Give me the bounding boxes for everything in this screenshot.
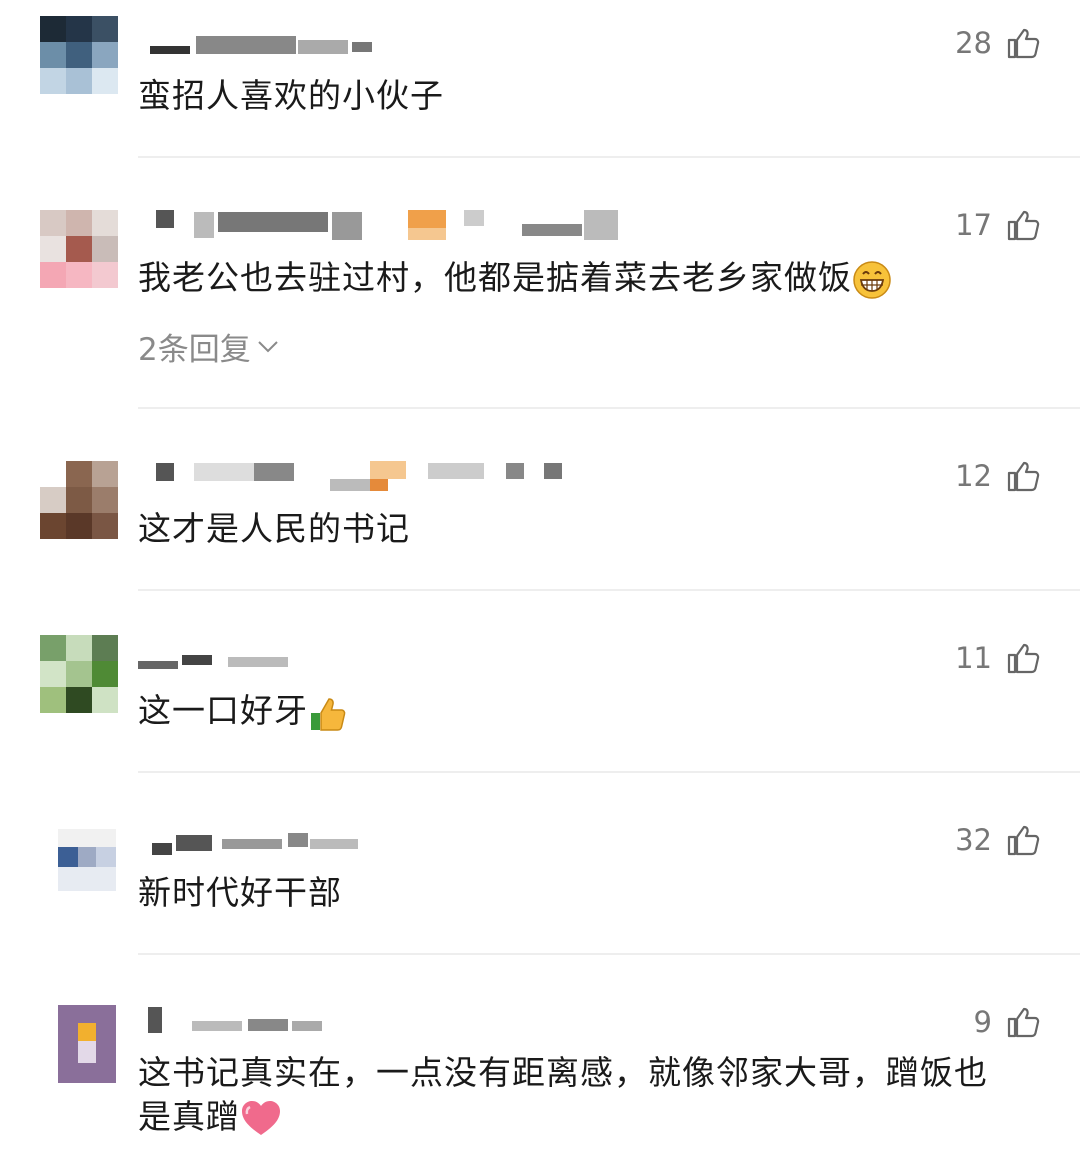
thumbs-up-icon: [1007, 643, 1040, 674]
username-blurred[interactable]: [138, 1007, 338, 1037]
like-count: 12: [955, 459, 992, 493]
comment-text: 蛮招人喜欢的小伙子: [138, 76, 444, 115]
username-blurred[interactable]: [138, 831, 368, 861]
comment-text: 新时代好干部: [138, 873, 342, 912]
like-count: 32: [955, 823, 992, 857]
comment-item: 新时代好干部 32: [0, 773, 1080, 954]
like-count: 17: [955, 208, 992, 242]
comment-item: 我老公也去驻过村，他都是掂着菜去老乡家做饭 2条回复 17: [0, 158, 1080, 408]
avatar[interactable]: [58, 829, 116, 891]
like-button[interactable]: 11: [955, 641, 1040, 675]
comment-text-line: 是真蹭: [138, 1095, 1058, 1139]
comment-text: 这一口好牙: [138, 689, 348, 733]
heart-icon: [242, 1100, 280, 1135]
avatar[interactable]: [40, 461, 118, 539]
avatar[interactable]: [40, 210, 118, 288]
like-button[interactable]: 9: [974, 1005, 1040, 1039]
comment-item: 蛮招人喜欢的小伙子 28: [0, 0, 1080, 157]
view-replies-button[interactable]: 2条回复: [138, 324, 279, 369]
comment-item: 这书记真实在，一点没有距离感，就像邻家大哥，蹭饭也 是真蹭 9: [0, 955, 1080, 1171]
replies-label: 2条回复: [138, 332, 251, 368]
grinning-face-icon: [853, 260, 891, 299]
comment-text-content: 是真蹭: [138, 1097, 240, 1136]
like-count: 28: [955, 26, 992, 60]
comment-text: 这书记真实在，一点没有距离感，就像邻家大哥，蹭饭也 是真蹭: [138, 1051, 1058, 1139]
avatar[interactable]: [40, 16, 118, 94]
avatar[interactable]: [40, 635, 118, 713]
like-count: 9: [973, 1005, 992, 1039]
comment-item: 这才是人民的书记 12: [0, 409, 1080, 590]
chevron-down-icon: [258, 340, 278, 352]
like-button[interactable]: 32: [955, 823, 1040, 857]
comment-text: 这才是人民的书记: [138, 509, 410, 548]
thumbs-up-icon: [1007, 461, 1040, 492]
username-blurred[interactable]: [138, 461, 578, 491]
like-button[interactable]: 17: [955, 208, 1040, 242]
username-blurred[interactable]: [138, 34, 398, 64]
comment-item: 这一口好牙 11: [0, 591, 1080, 772]
username-blurred[interactable]: [138, 210, 638, 240]
thumbs-up-icon: [1007, 825, 1040, 856]
like-button[interactable]: 12: [955, 459, 1040, 493]
thumbs-up-icon: [1007, 1007, 1040, 1038]
thumbs-up-icon: [1007, 210, 1040, 241]
comment-text-line: 这书记真实在，一点没有距离感，就像邻家大哥，蹭饭也: [138, 1053, 988, 1092]
thumbs-up-icon: [1007, 28, 1040, 59]
like-count: 11: [955, 641, 992, 675]
comment-text-content: 我老公也去驻过村，他都是掂着菜去老乡家做饭: [138, 258, 852, 297]
like-button[interactable]: 28: [955, 26, 1040, 60]
comment-text-content: 这一口好牙: [138, 691, 308, 730]
comment-text: 我老公也去驻过村，他都是掂着菜去老乡家做饭: [138, 256, 892, 300]
username-blurred[interactable]: [138, 651, 338, 681]
avatar[interactable]: [58, 1005, 116, 1083]
thumbs-up-icon: [311, 697, 346, 731]
